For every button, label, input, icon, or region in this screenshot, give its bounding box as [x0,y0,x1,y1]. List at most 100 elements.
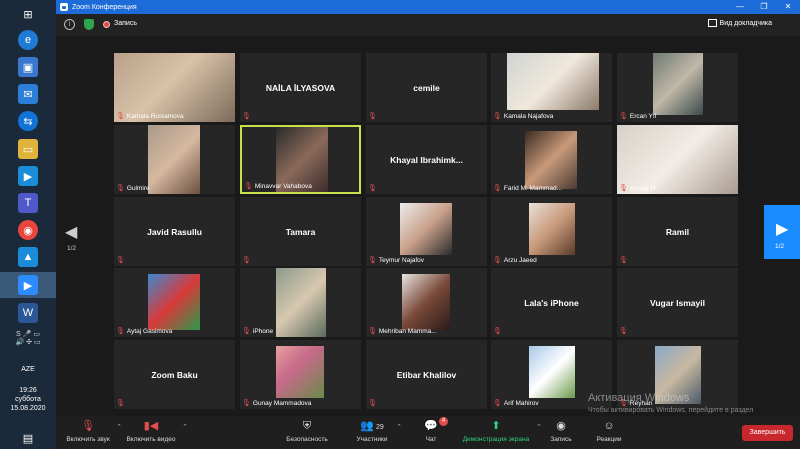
zoom-logo-icon [60,3,68,11]
record-button[interactable]: ◉ Запись [546,419,576,443]
participant-name: Teymur Najafov [378,256,425,264]
edge-icon[interactable]: e [18,30,38,50]
next-page-button[interactable]: ▶ 1/2 [764,205,800,259]
participant-tile[interactable]: 🎙 Gunay Mammadova [240,340,361,409]
network-icon[interactable]: ✣ [26,339,32,346]
participant-tile[interactable]: 🎙 Arzu Jaeed [491,197,612,266]
word-icon[interactable]: W [18,303,38,323]
participant-tile[interactable]: Javid Rasullu 🎙 [114,197,235,266]
battery-icon[interactable]: ▭ [33,331,40,338]
participant-name-label: 🎙 Arzu Jaeed [493,256,537,265]
start-video-button[interactable]: ▮◀ Включить видео ⌃ [122,419,188,443]
chat-button[interactable]: 💬 4 Чат [418,417,448,443]
participant-name-label: 🎙 Gunay Mammadova [242,399,311,408]
participant-name: Ercan Yıl [629,112,657,120]
participants-button[interactable]: 👥 29 Участники ⌃ [350,419,402,443]
photos-icon[interactable]: ▲ [18,247,38,267]
participant-tile[interactable]: Tamara 🎙 [240,197,361,266]
participant-tile[interactable]: Zoom Baku 🎙 [114,340,235,409]
share-options-caret-icon[interactable]: ⌃ [536,423,542,431]
share-screen-button[interactable]: ⬆ Демонстрация экрана ⌃ [458,419,542,443]
recording-label[interactable]: Запись [114,20,137,27]
muted-microphone-icon: 🎙 [368,257,377,264]
participant-tile[interactable]: 🎙 Asmar H [617,125,738,194]
taskbar-clock[interactable]: 19:26 суббота 15.08.2020 [0,386,56,413]
muted-microphone-icon: 🎙 [116,400,125,407]
zoom-window: Zoom Конференция — ❐ ✕ i Запись Вид докл… [56,0,800,449]
participant-tile[interactable]: cemile 🎙 [366,53,487,122]
encryption-shield-icon[interactable] [84,19,94,30]
participant-tile[interactable]: 🎙 Teymur Najafov [366,197,487,266]
windows-taskbar: ⊞ e ▣ ✉ ⇆ ▭ ▶ T ◉ ▲ ▶ W S 🎤 ▭ 🔊 ✣ ▭ AZE … [0,0,56,449]
participant-tile[interactable]: Etibar Khalilov 🎙 [366,340,487,409]
mail-icon[interactable]: ✉ [18,84,38,104]
participant-tile[interactable]: 🎙 Minavvar Vahabova [240,125,361,194]
chrome-icon[interactable]: ◉ [18,220,38,240]
close-window-button[interactable]: ✕ [776,0,800,14]
participant-name-label: 🎙 Teymur Najafov [368,256,425,265]
participants-caret-icon[interactable]: ⌃ [396,423,402,431]
teamviewer-icon[interactable]: ⇆ [18,111,38,131]
recording-indicator-icon [103,21,110,28]
participant-name-label: 🎙 [368,184,377,192]
speaker-view-button[interactable]: Вид докладчика [707,19,772,27]
store-icon[interactable]: ▣ [18,57,38,77]
teams-icon[interactable]: T [18,193,38,213]
windows-start-icon[interactable]: ⊞ [18,4,38,24]
participant-tile[interactable]: 🎙 Kamala Rustamova [114,53,235,122]
next-page-icon: ▶ [776,221,789,238]
previous-page-icon[interactable]: ◀ [65,222,77,242]
notification-icon[interactable]: ▭ [34,339,41,346]
unmute-label: Включить звук [66,436,110,443]
reactions-button[interactable]: ☺ Реакции [592,419,626,443]
participant-tile[interactable]: 🎙 Aytaj Gasimova [114,268,235,337]
clock-time: 19:26 [19,387,37,394]
file-explorer-icon[interactable]: ▭ [18,139,38,159]
maximize-button[interactable]: ❐ [752,0,776,14]
participant-display-name: Javid Rasullu [147,226,202,237]
video-options-caret-icon[interactable]: ⌃ [182,423,188,431]
participant-tile[interactable]: 🎙 Ercan Yıl [617,53,738,122]
minimize-button[interactable]: — [728,0,752,14]
unmute-button[interactable]: 🎙 Включить звук ⌃ [62,419,122,443]
participant-display-name: Tamara [285,226,316,237]
zoom-taskbar-icon[interactable]: ▶ [18,275,38,295]
title-bar: Zoom Конференция — ❐ ✕ [56,0,800,14]
action-center-icon[interactable]: ▤ [18,428,38,448]
participant-tile[interactable]: Vugar Ismayil 🎙 [617,268,738,337]
participant-tile[interactable]: 🎙 Mehriban Mamma... [366,268,487,337]
participant-display-name: Ramil [665,226,690,237]
language-indicator[interactable]: AZE [0,366,56,373]
participant-video [529,203,575,255]
window-title: Zoom Конференция [72,3,137,11]
skype-icon[interactable]: S [16,331,21,338]
media-player-icon[interactable]: ▶ [18,166,38,186]
muted-microphone-icon: 🎙 [493,185,502,192]
participant-name-label: 🎙 [242,256,251,264]
participant-name-label: 🎙 Farid M. Mammad... [493,184,562,193]
participant-tile[interactable]: 🎙 Gulmire [114,125,235,194]
chat-unread-badge: 4 [439,417,448,426]
participant-tile[interactable]: NAİLA İLYASOVA 🎙 [240,53,361,122]
microphone-icon[interactable]: 🎤 [23,331,32,338]
muted-microphone-icon: 🎙 [116,257,125,264]
muted-microphone-icon: 🎙 [619,328,628,335]
muted-microphone-icon: 🎙 [242,328,251,335]
volume-icon[interactable]: 🔊 [15,339,24,346]
participant-tile[interactable]: 🎙 Kamala Najafova [491,53,612,122]
meeting-info-icon[interactable]: i [64,19,75,30]
end-meeting-button[interactable]: Завершить [742,425,793,441]
security-shield-icon: ⛨ [302,420,312,432]
participant-name-label: 🎙 Kamala Najafova [493,112,553,121]
participant-tile[interactable]: 🎙 Farid M. Mammad... [491,125,612,194]
participant-tile[interactable]: Lala's iPhone 🎙 [491,268,612,337]
participant-tile[interactable]: 🎙 iPhone [240,268,361,337]
muted-microphone-icon: 🎙 [493,257,502,264]
participant-name-label: 🎙 [368,112,377,120]
participant-tile[interactable]: Ramil 🎙 [617,197,738,266]
participant-tile[interactable]: Khayal Ibrahimk... 🎙 [366,125,487,194]
video-off-icon: ▮◀ [143,420,159,432]
security-button[interactable]: ⛨ Безопасность [282,419,332,443]
participant-display-name: Etibar Khalilov [396,369,457,380]
chat-icon: 💬 4 [418,417,448,433]
